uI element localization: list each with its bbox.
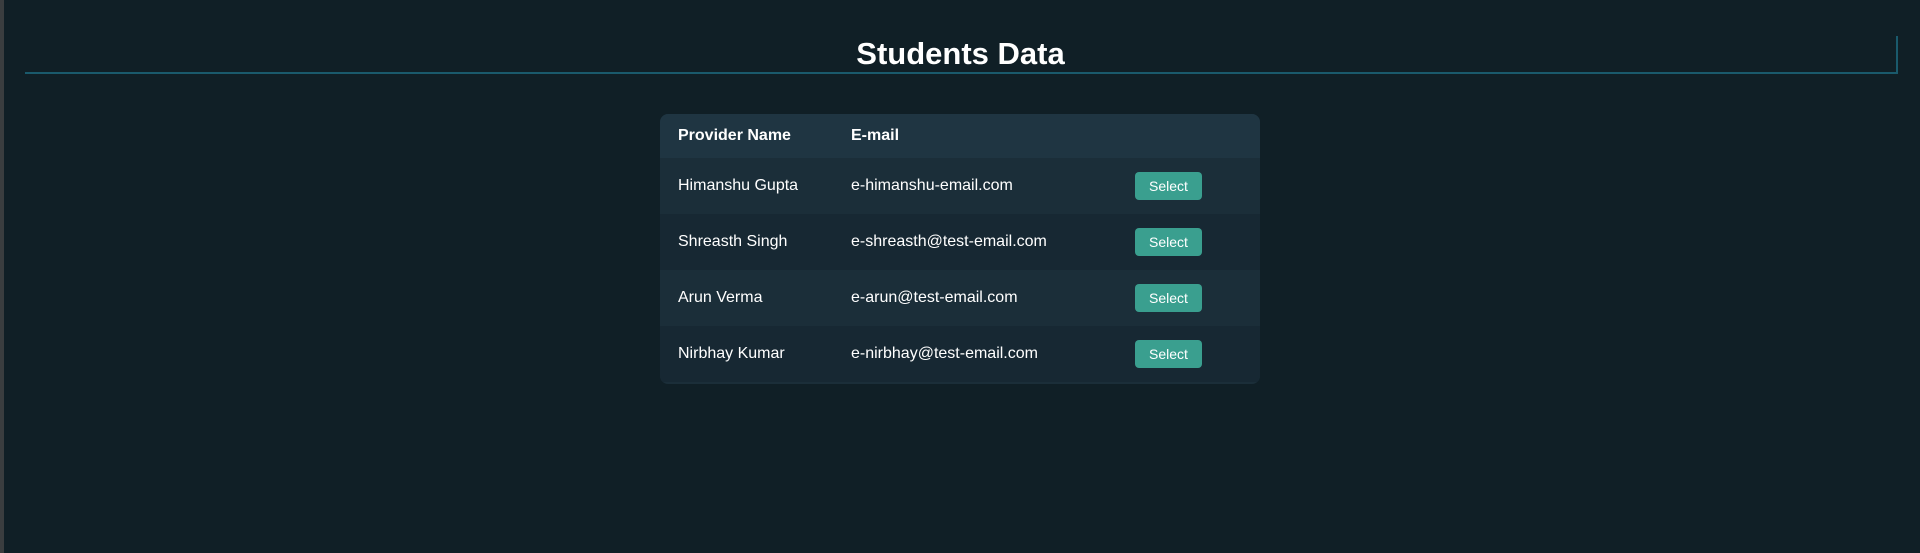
select-button[interactable]: Select bbox=[1135, 284, 1202, 312]
column-header-action bbox=[1135, 114, 1260, 158]
page-title: Students Data bbox=[856, 36, 1065, 71]
page: Students Data Provider Name E-mail Himan… bbox=[4, 0, 1920, 553]
title-bar: Students Data bbox=[25, 36, 1898, 74]
table-row: Nirbhay Kumar e-nirbhay@test-email.com S… bbox=[660, 326, 1260, 382]
table-row: Shreasth Singh e-shreasth@test-email.com… bbox=[660, 214, 1260, 270]
table-row: Himanshu Gupta e-himanshu-email.com Sele… bbox=[660, 158, 1260, 214]
row-action-cell: Select bbox=[1135, 214, 1260, 270]
row-action-cell: Select bbox=[1135, 158, 1260, 214]
row-email: e-shreasth@test-email.com bbox=[851, 233, 1047, 250]
row-action-cell: Select bbox=[1135, 270, 1260, 326]
table-row: Arun Verma e-arun@test-email.com Select bbox=[660, 270, 1260, 326]
students-table-card: Provider Name E-mail Himanshu Gupta e-hi… bbox=[660, 114, 1260, 384]
column-header-email: E-mail bbox=[851, 127, 900, 144]
column-header-provider-name: Provider Name bbox=[678, 127, 791, 144]
select-button[interactable]: Select bbox=[1135, 340, 1202, 368]
row-name: Arun Verma bbox=[678, 289, 763, 306]
row-name: Nirbhay Kumar bbox=[678, 345, 785, 362]
row-name: Shreasth Singh bbox=[678, 233, 788, 250]
select-button[interactable]: Select bbox=[1135, 228, 1202, 256]
row-email: e-nirbhay@test-email.com bbox=[851, 345, 1038, 362]
row-email: e-arun@test-email.com bbox=[851, 289, 1018, 306]
table-header-row: Provider Name E-mail bbox=[660, 114, 1260, 158]
students-table: Provider Name E-mail Himanshu Gupta e-hi… bbox=[660, 114, 1260, 382]
row-name: Himanshu Gupta bbox=[678, 177, 799, 194]
row-action-cell: Select bbox=[1135, 326, 1260, 382]
select-button[interactable]: Select bbox=[1135, 172, 1202, 200]
row-email: e-himanshu-email.com bbox=[851, 177, 1013, 194]
